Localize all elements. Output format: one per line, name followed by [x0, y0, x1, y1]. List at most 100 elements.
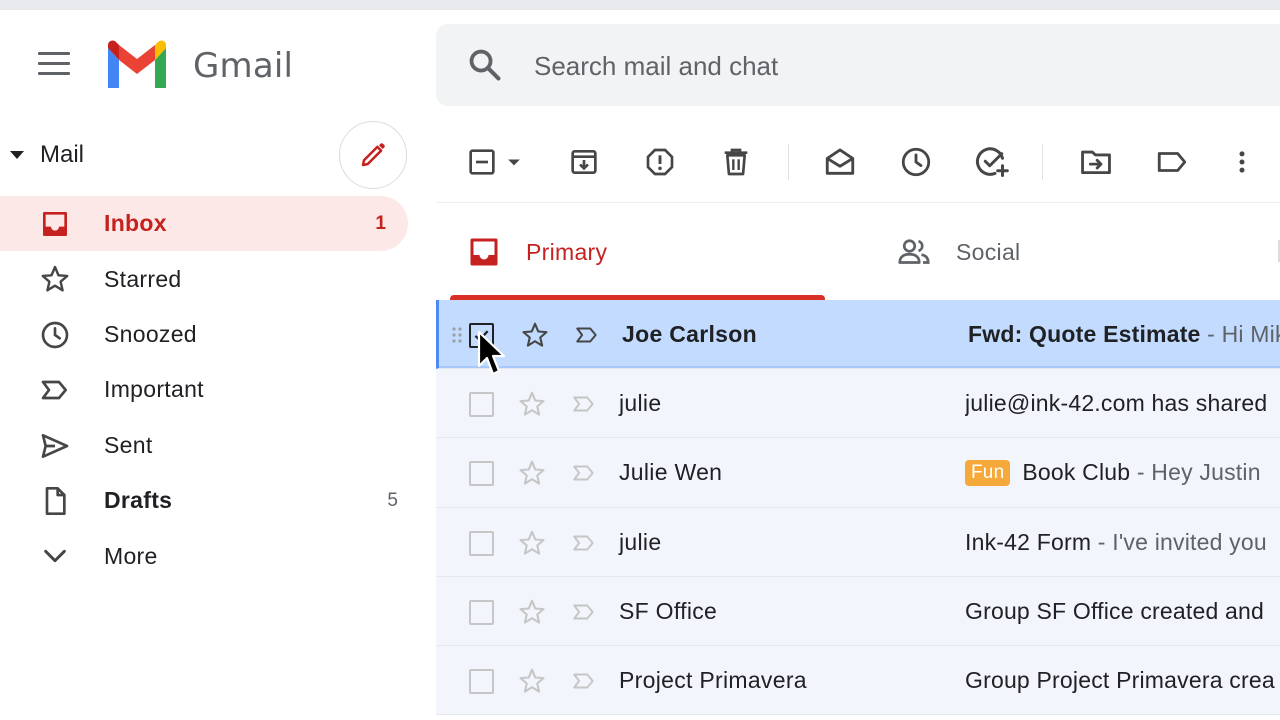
category-tabs: Primary Social	[436, 204, 1280, 300]
row-checkbox[interactable]	[469, 461, 494, 487]
search-bar[interactable]	[436, 24, 1280, 106]
compose-button[interactable]	[339, 121, 407, 189]
important-marker-icon[interactable]	[569, 530, 599, 556]
mail-section-toggle[interactable]: Mail	[8, 138, 84, 172]
report-spam-button[interactable]	[640, 142, 680, 182]
tab-social[interactable]: Social	[866, 204, 1266, 300]
email-row[interactable]: julie Ink-42 Form - I've invited you	[436, 507, 1280, 577]
email-row[interactable]: Project Primavera Group Project Primaver…	[436, 645, 1280, 716]
send-icon	[41, 433, 69, 458]
sidebar-item-inbox[interactable]: Inbox 1	[0, 196, 408, 252]
important-marker-icon[interactable]	[569, 599, 599, 625]
more-options-button[interactable]	[1222, 142, 1262, 182]
unread-count: 1	[375, 212, 386, 234]
add-to-tasks-icon	[976, 147, 1009, 177]
menu-icon-bar	[38, 72, 70, 75]
people-icon	[898, 239, 930, 264]
select-dropdown[interactable]	[496, 142, 532, 182]
star-icon[interactable]	[517, 528, 547, 558]
row-checkbox[interactable]	[469, 323, 494, 348]
row-checkbox[interactable]	[469, 668, 494, 694]
menu-icon-bar	[38, 62, 70, 65]
email-subject: julie@ink-42.com has shared	[965, 390, 1268, 417]
archive-button[interactable]	[564, 142, 604, 182]
sidebar-item-label: More	[104, 542, 158, 569]
gmail-wordmark: Gmail	[193, 46, 294, 86]
star-icon[interactable]	[517, 597, 547, 627]
more-vert-icon	[1239, 151, 1245, 173]
email-row[interactable]: Joe Carlson Fwd: Quote Estimate - Hi Mik	[436, 300, 1280, 370]
sidebar-item-sent[interactable]: Sent	[0, 418, 420, 473]
tab-label: Social	[956, 238, 1021, 265]
search-input[interactable]	[534, 46, 1234, 86]
drag-handle-icon[interactable]	[451, 326, 463, 344]
email-snippet: Fwd: Quote Estimate - Hi Mik	[968, 321, 1280, 348]
dropdown-arrow-icon	[508, 159, 520, 166]
label-icon	[1157, 152, 1187, 172]
star-icon[interactable]	[517, 666, 547, 696]
email-row[interactable]: julie julie@ink-42.com has shared	[436, 369, 1280, 439]
browser-top-strip	[0, 0, 1280, 10]
important-icon	[41, 380, 67, 400]
clock-icon	[41, 321, 69, 349]
email-preview: - Hey Justin	[1130, 459, 1261, 486]
row-checkbox[interactable]	[469, 530, 494, 556]
star-icon[interactable]	[517, 458, 547, 488]
sidebar-item-more[interactable]: More	[0, 528, 420, 583]
email-snippet: Fun Book Club - Hey Justin	[965, 459, 1280, 487]
email-list: Joe Carlson Fwd: Quote Estimate - Hi Mik…	[436, 300, 1280, 716]
mail-section-label: Mail	[40, 141, 85, 168]
sidebar-item-important[interactable]: Important	[0, 362, 420, 417]
gmail-logo-icon[interactable]	[104, 40, 170, 92]
email-sender: SF Office	[619, 597, 718, 624]
star-icon	[41, 266, 69, 292]
email-row[interactable]: Julie Wen Fun Book Club - Hey Justin	[436, 438, 1280, 508]
add-to-tasks-button[interactable]	[972, 142, 1012, 182]
chevron-down-icon	[44, 550, 66, 563]
star-icon[interactable]	[520, 320, 550, 350]
email-sender: Julie Wen	[619, 459, 723, 486]
sidebar-item-label: Inbox	[104, 210, 167, 237]
select-checkbox-icon	[469, 149, 495, 175]
pencil-icon	[361, 143, 385, 167]
row-checkbox[interactable]	[469, 599, 494, 625]
search-icon[interactable]	[466, 46, 504, 84]
tab-primary[interactable]: Primary	[436, 204, 826, 300]
important-marker-icon[interactable]	[569, 391, 599, 417]
caret-down-icon	[10, 151, 24, 159]
important-marker-icon[interactable]	[569, 460, 599, 486]
report-spam-icon	[646, 148, 674, 176]
email-subject: Ink-42 Form	[965, 528, 1092, 555]
main-menu-button[interactable]	[38, 52, 72, 80]
sidebar-item-label: Sent	[104, 431, 153, 458]
move-to-icon	[1081, 150, 1111, 175]
toolbar-divider	[788, 144, 789, 180]
tab-label: Primary	[526, 238, 608, 265]
important-marker-icon[interactable]	[572, 322, 602, 348]
drafts-count: 5	[387, 489, 398, 511]
toolbar-divider	[1042, 144, 1043, 180]
email-sender: julie	[619, 528, 662, 555]
sidebar-item-label: Drafts	[104, 487, 173, 514]
mark-as-read-button[interactable]	[820, 142, 860, 182]
email-subject: Group Project Primavera crea	[965, 666, 1275, 693]
label-button[interactable]	[1152, 142, 1192, 182]
inbox-icon	[43, 212, 67, 236]
move-to-button[interactable]	[1076, 142, 1116, 182]
email-subject: Fwd: Quote Estimate	[968, 321, 1201, 347]
row-checkbox[interactable]	[469, 392, 494, 418]
mail-toolbar	[436, 130, 1280, 196]
email-row[interactable]: SF Office Group SF Office created and	[436, 576, 1280, 646]
sidebar-item-snoozed[interactable]: Snoozed	[0, 307, 420, 362]
delete-button[interactable]	[716, 142, 756, 182]
important-marker-icon[interactable]	[569, 668, 599, 694]
star-icon[interactable]	[517, 389, 547, 419]
delete-icon	[724, 148, 748, 176]
inbox-icon	[470, 238, 498, 266]
sidebar-item-drafts[interactable]: Drafts 5	[0, 473, 420, 528]
email-sender: julie	[619, 390, 662, 417]
label-chip-fun[interactable]: Fun	[965, 460, 1011, 487]
sidebar-item-starred[interactable]: Starred	[0, 251, 420, 306]
email-sender: Joe Carlson	[622, 321, 757, 347]
snooze-button[interactable]	[896, 142, 936, 182]
